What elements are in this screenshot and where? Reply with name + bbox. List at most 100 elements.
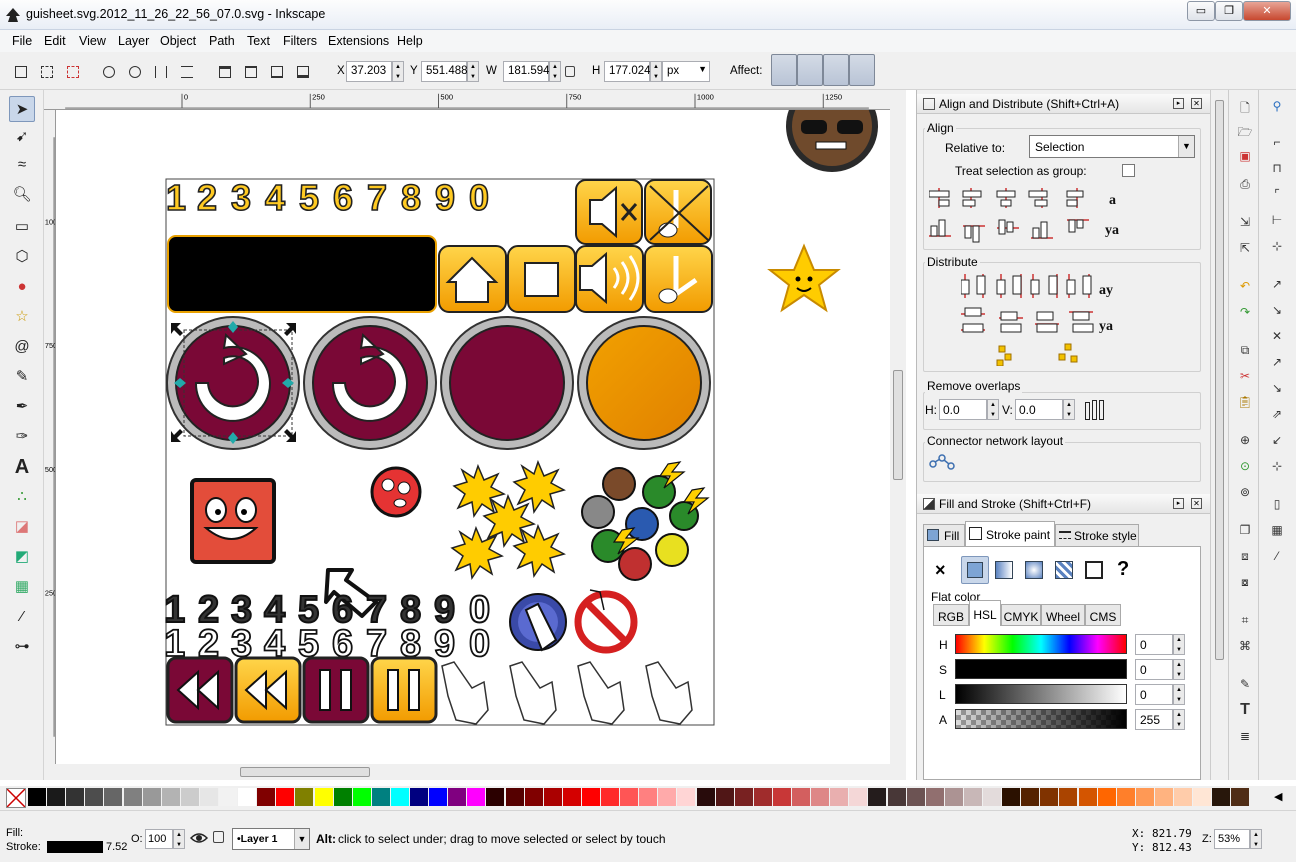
menu-path[interactable]: Path <box>209 34 235 48</box>
palette-swatch[interactable] <box>85 788 104 806</box>
panel-close-icon[interactable]: ✕ <box>1191 98 1202 109</box>
maroon-circle-icon[interactable] <box>440 316 574 450</box>
w-spinner[interactable]: ▲ ▼ <box>549 61 561 82</box>
vertical-scrollbar[interactable] <box>890 90 906 780</box>
tab-cms[interactable]: CMS <box>1085 604 1121 626</box>
relative-to-select[interactable]: Selection ▼ <box>1029 135 1195 158</box>
palette-swatch[interactable] <box>505 788 524 806</box>
star-tool-icon[interactable]: ☆ <box>9 304 35 330</box>
saturation-slider[interactable] <box>955 659 1127 679</box>
palette-swatch[interactable] <box>66 788 85 806</box>
snap-page-border-icon[interactable]: ▯ <box>1269 496 1285 512</box>
palette-swatch[interactable] <box>410 788 428 806</box>
channel-l-field[interactable]: 0 <box>1135 684 1173 705</box>
rectangle-tool-icon[interactable]: ▭ <box>9 214 35 240</box>
menu-text[interactable]: Text <box>247 34 270 48</box>
palette-swatch[interactable] <box>1059 788 1078 806</box>
snap-intersections-icon[interactable]: ✕ <box>1269 328 1285 344</box>
hue-slider[interactable] <box>955 634 1127 654</box>
zoom-field[interactable]: 53% <box>1214 829 1250 849</box>
copy-icon[interactable]: ⧉ <box>1237 342 1253 358</box>
red-ball-face-icon[interactable] <box>370 466 422 518</box>
lightness-slider[interactable] <box>955 684 1127 704</box>
bucket-tool-icon[interactable]: ◩ <box>9 544 35 570</box>
no-color-swatch[interactable] <box>6 788 26 808</box>
palette-swatch[interactable] <box>963 788 982 806</box>
channel-h-field[interactable]: 0 <box>1135 634 1173 655</box>
y-spinner[interactable]: ▲ ▼ <box>467 61 479 82</box>
tab-hsl[interactable]: HSL <box>969 600 1001 626</box>
spray-tool-icon[interactable]: ∴ <box>9 484 35 510</box>
lock-icon[interactable] <box>565 66 575 77</box>
palette-swatch[interactable] <box>658 788 677 806</box>
rewind-yellow-button-icon[interactable] <box>234 656 302 724</box>
menu-help[interactable]: Help <box>397 34 423 48</box>
open-icon[interactable]: 🗁 <box>1237 124 1253 140</box>
deselect-icon[interactable] <box>62 61 82 81</box>
palette-swatch[interactable] <box>1154 788 1173 806</box>
node-tool-icon[interactable]: ➹ <box>9 124 35 150</box>
palette-swatch[interactable] <box>772 788 791 806</box>
sunglasses-face-icon[interactable] <box>786 110 878 172</box>
palette-swatch[interactable] <box>352 788 371 806</box>
affect-pattern-icon[interactable] <box>849 54 875 86</box>
unset-paint-icon[interactable]: ? <box>1117 558 1129 581</box>
menu-file[interactable]: File <box>12 34 32 48</box>
stroke-width-value[interactable]: 7.52 <box>106 841 127 853</box>
palette-swatch[interactable] <box>1212 788 1231 806</box>
lower-icon[interactable] <box>266 61 286 81</box>
menu-object[interactable]: Object <box>160 34 196 48</box>
text-tool-icon[interactable]: A <box>9 454 35 480</box>
zoom-tool-icon[interactable]: 🔍︎ <box>9 182 35 208</box>
opacity-field[interactable]: 100 <box>145 829 173 849</box>
3d-box-tool-icon[interactable]: ⬡ <box>9 244 35 270</box>
canvas[interactable]: 1 2 3 4 5 6 7 8 9 0 1 2 3 4 5 6 7 8 9 0 … <box>56 110 890 764</box>
rewind-maroon-button-icon[interactable] <box>166 656 234 724</box>
remove-overlaps-icon[interactable] <box>1083 398 1107 422</box>
smiling-star-icon[interactable] <box>767 243 841 313</box>
snap-cusp-icon[interactable]: ↗ <box>1269 354 1285 370</box>
snap-paths-icon[interactable]: ↘ <box>1269 302 1285 318</box>
w-field[interactable]: 181.594 <box>503 61 550 82</box>
palette-swatch[interactable] <box>1116 788 1135 806</box>
palette-swatch[interactable] <box>601 788 619 806</box>
undo-icon[interactable]: ↶ <box>1237 278 1253 294</box>
palette-swatch[interactable] <box>1021 788 1040 806</box>
palette-swatch[interactable] <box>639 788 658 806</box>
stroke-color-indicator[interactable] <box>47 841 103 853</box>
alpha-slider[interactable] <box>955 709 1127 729</box>
menu-extensions[interactable]: Extensions <box>328 34 389 48</box>
dropper-tool-icon[interactable]: ⁄ <box>9 604 35 630</box>
flat-color-button[interactable] <box>961 556 989 584</box>
snap-grid-icon[interactable]: ▦ <box>1269 522 1285 538</box>
calligraphy-tool-icon[interactable]: ✑ <box>9 424 35 450</box>
tab-rgb[interactable]: RGB <box>933 604 969 626</box>
palette-swatch[interactable] <box>983 788 1001 806</box>
panel-close-icon[interactable]: ✕ <box>1191 498 1202 509</box>
palette-swatch[interactable] <box>123 788 142 806</box>
snap-bbox-center-icon[interactable]: ⊹ <box>1269 238 1285 254</box>
mute-button-icon[interactable] <box>575 179 643 245</box>
music-button-icon[interactable] <box>644 245 713 313</box>
palette-swatch[interactable] <box>811 788 830 806</box>
affect-gradient-icon[interactable] <box>823 54 849 86</box>
channel-s-spinner[interactable]: ▲ ▼ <box>1173 659 1185 680</box>
zoom-drawing-icon[interactable]: ⊙ <box>1237 458 1253 474</box>
tweak-tool-icon[interactable]: ≈ <box>9 152 35 178</box>
palette-menu-icon[interactable]: ◀ <box>1274 790 1282 803</box>
snap-bbox-corner-icon[interactable]: ⌜ <box>1269 186 1285 202</box>
eraser-tool-icon[interactable]: ◪ <box>9 514 35 540</box>
palette-swatch[interactable] <box>142 788 161 806</box>
ellipse-tool-icon[interactable]: ● <box>9 274 35 300</box>
palette-swatch[interactable] <box>371 788 390 806</box>
channel-h-spinner[interactable]: ▲ ▼ <box>1173 634 1185 655</box>
layers-dialog-icon[interactable]: ≣ <box>1237 728 1253 744</box>
swatch-icon[interactable] <box>1085 561 1103 579</box>
overlap-h-spinner[interactable]: ▲ ▼ <box>987 399 999 420</box>
eye-icon[interactable] <box>190 831 208 845</box>
align-buttons-icon[interactable]: a ya <box>928 186 1129 246</box>
palette-swatch[interactable] <box>295 788 314 806</box>
duplicate-icon[interactable]: ❐ <box>1237 522 1253 538</box>
print-icon[interactable]: ⎙ <box>1237 176 1253 192</box>
text-dialog-icon[interactable]: T <box>1237 702 1253 718</box>
